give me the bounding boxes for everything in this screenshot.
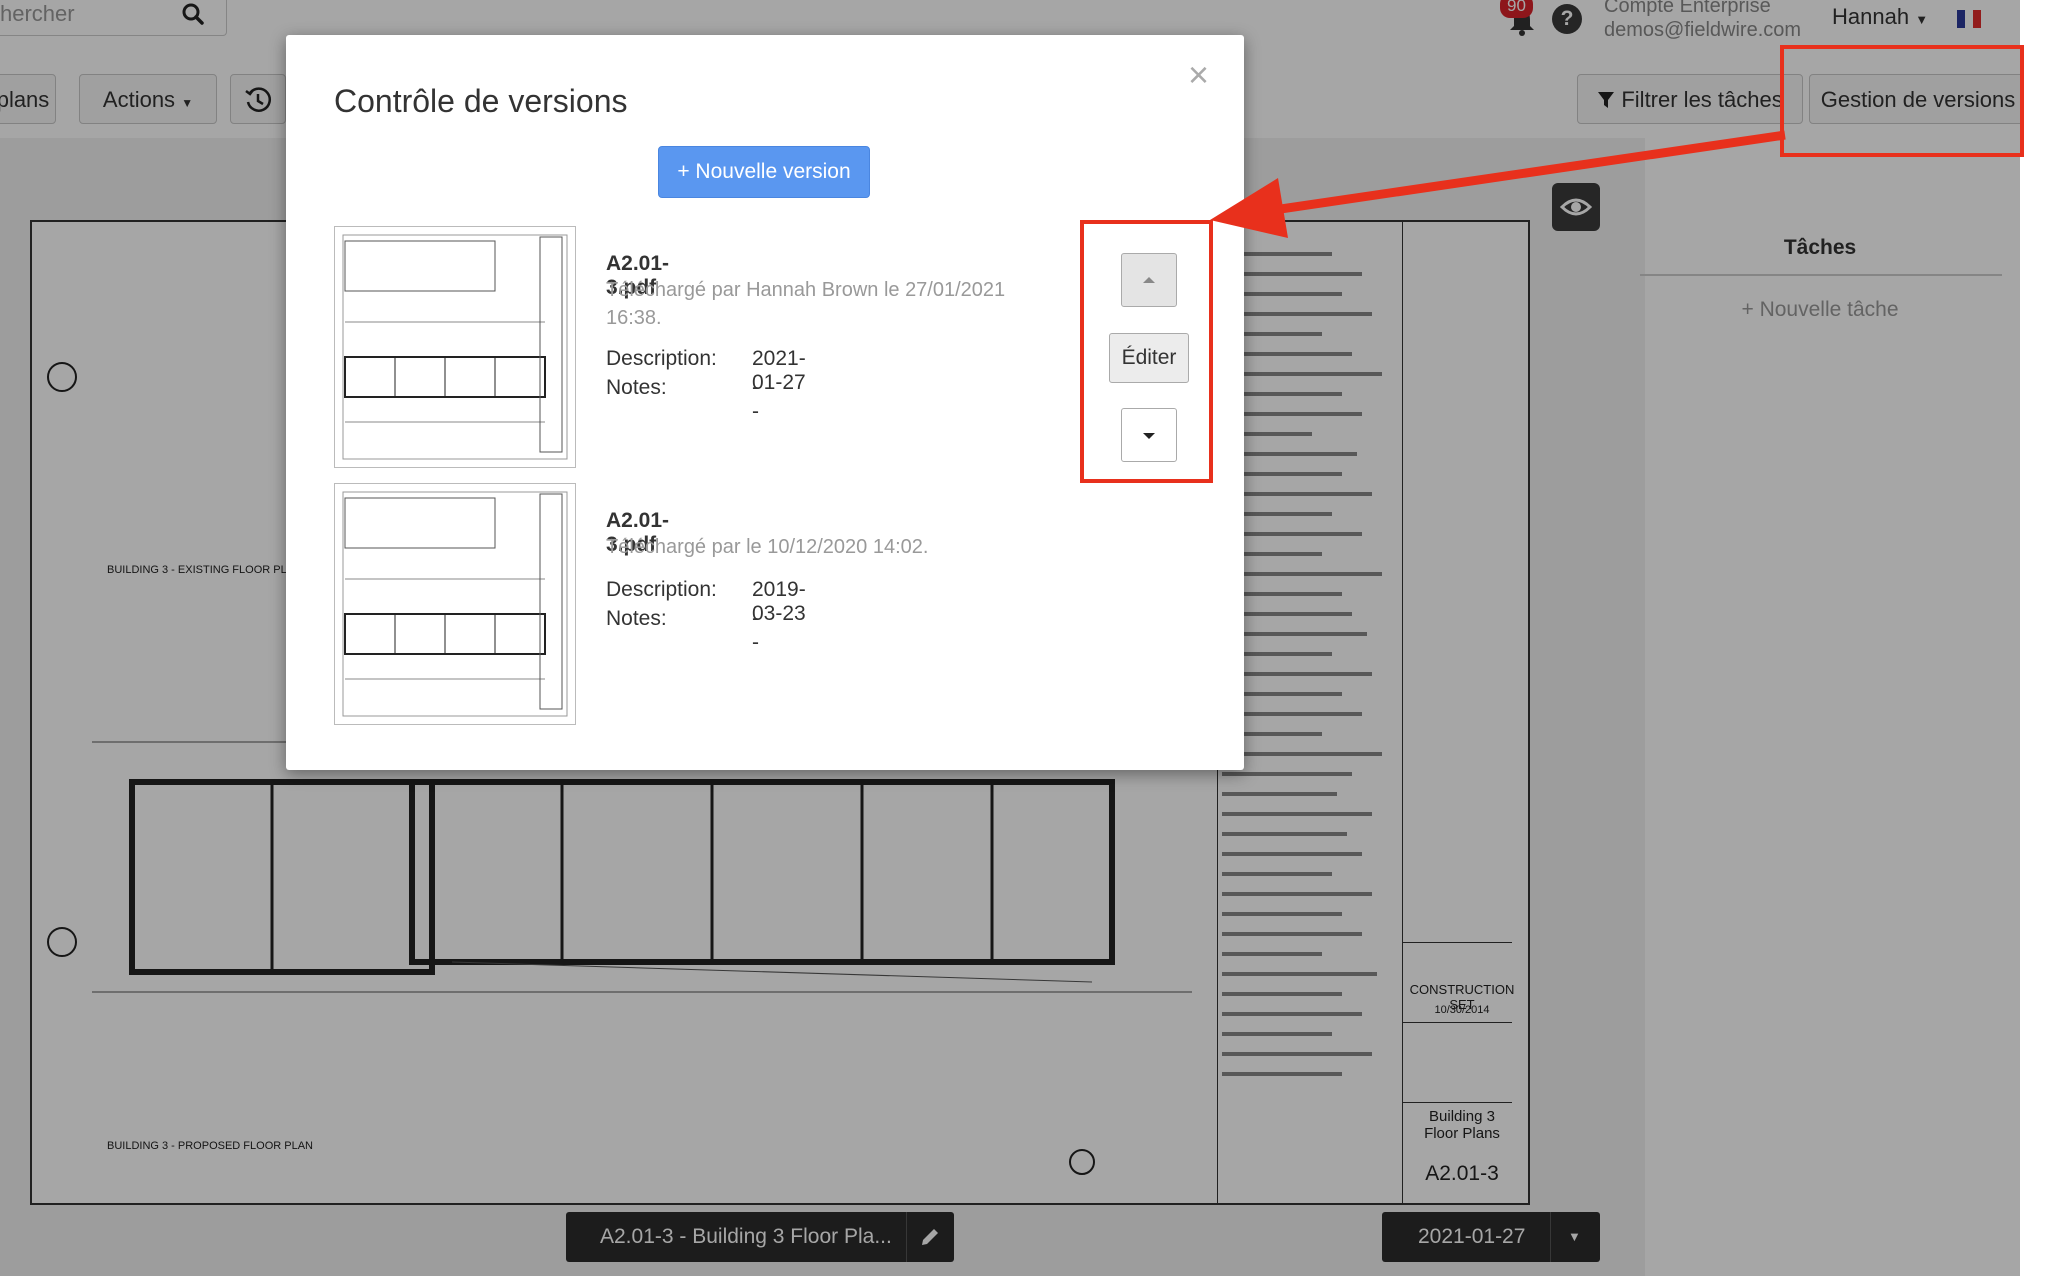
new-version-button[interactable]: + Nouvelle version (658, 146, 870, 198)
modal-title: Contrôle de versions (334, 83, 628, 119)
close-icon[interactable]: × (1188, 57, 1209, 93)
notes-value: -- (752, 376, 759, 423)
notes-label: Notes: (606, 607, 667, 630)
plan-thumbnail-image (342, 491, 568, 717)
description-label: Description: (606, 578, 717, 601)
version-thumbnail[interactable] (334, 483, 576, 725)
description-value: 2021-01-27 (752, 347, 806, 394)
version-uploaded-info: Téléchargé par Hannah Brown le 27/01/202… (606, 279, 1006, 329)
version-uploaded-info: Téléchargé par le 10/12/2020 14:02. (606, 536, 929, 558)
highlight-box-version-management (1780, 45, 2024, 157)
description-label: Description: (606, 347, 717, 370)
notes-value: -- (752, 607, 759, 654)
plan-thumbnail-image (342, 234, 568, 460)
description-value: 2019-03-23 (752, 578, 806, 625)
highlight-box-reorder-controls (1080, 220, 1213, 483)
arrow-annotation (1210, 130, 1786, 238)
notes-label: Notes: (606, 376, 667, 399)
version-thumbnail[interactable] (334, 226, 576, 468)
